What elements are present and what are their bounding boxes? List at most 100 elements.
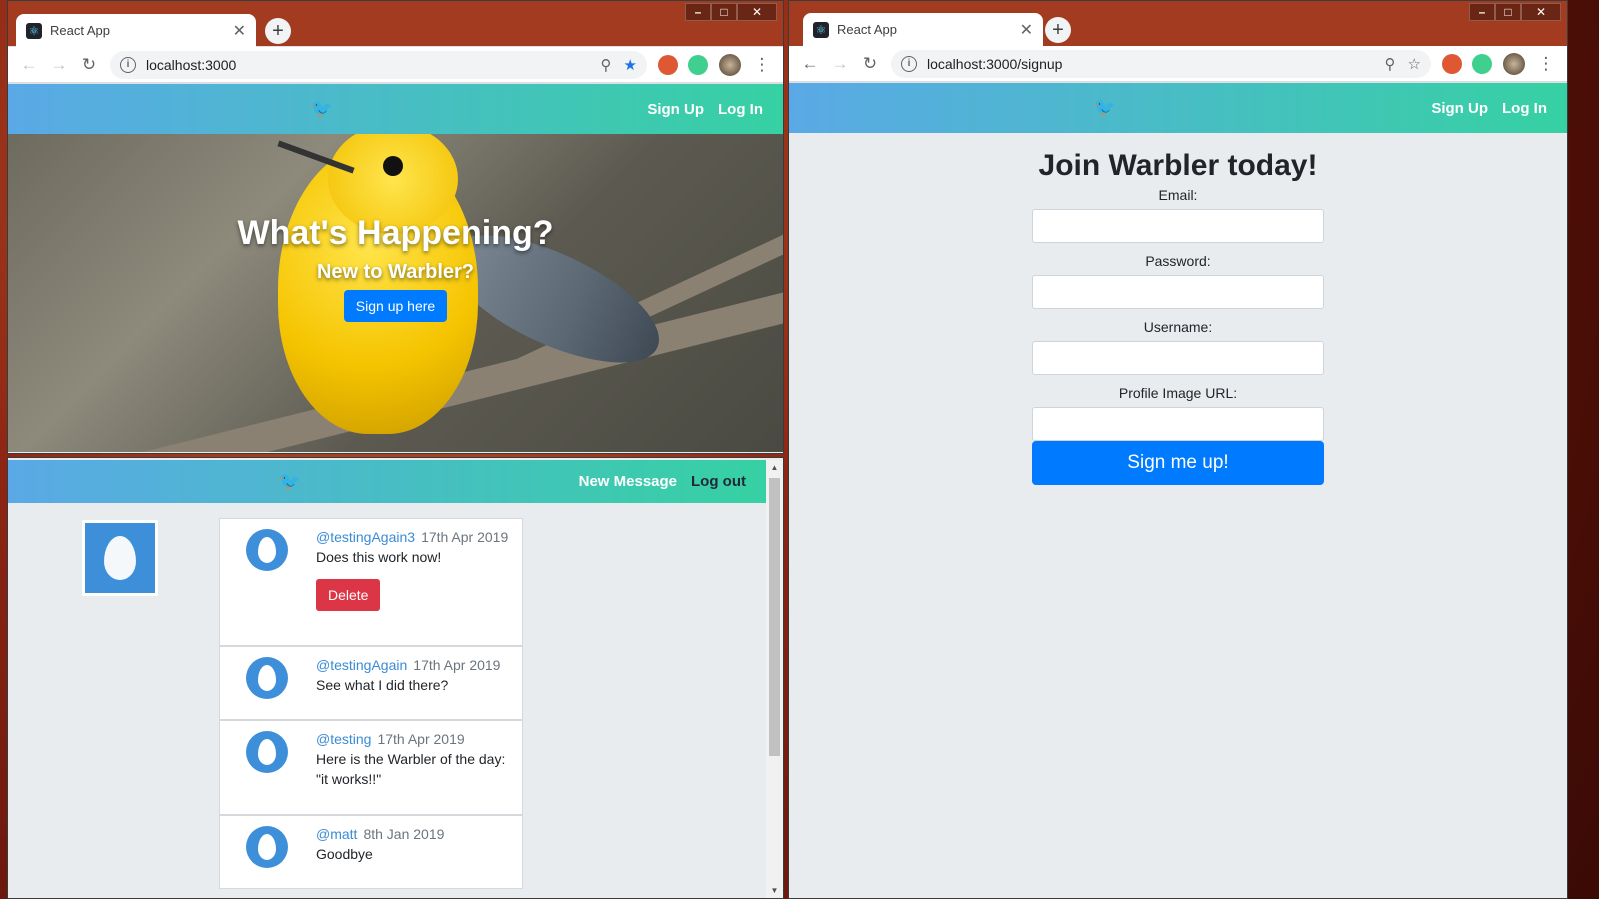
forward-icon[interactable]: → <box>44 55 74 75</box>
nav-login-link[interactable]: Log In <box>718 101 763 118</box>
menu-dots-icon[interactable]: ⋮ <box>747 55 777 75</box>
warbler-logo-icon[interactable]: 🐦 <box>279 471 301 492</box>
browser-toolbar: ← → ↻ i localhost:3000/signup ⚲ ☆ ⋮ <box>789 46 1567 82</box>
minimize-button[interactable]: – <box>685 3 711 21</box>
bookmark-star-icon[interactable]: ★ <box>624 56 637 74</box>
message-avatar <box>246 657 288 699</box>
tab-close-icon[interactable]: ✕ <box>1020 20 1033 40</box>
profile-avatar-icon[interactable] <box>719 53 741 76</box>
warbler-navbar-auth: 🐦 New Message Log out <box>8 460 766 503</box>
page-viewport: 🐦 Sign Up Log In Join Warbler today! Ema… <box>789 83 1567 898</box>
window-controls: – □ ✕ <box>1469 3 1561 21</box>
address-bar[interactable]: i localhost:3000/signup ⚲ ☆ <box>891 49 1431 78</box>
vertical-scrollbar[interactable]: ▲ ▼ <box>766 460 783 898</box>
react-favicon-icon: ⚛ <box>26 22 42 39</box>
nav-login-link[interactable]: Log In <box>1502 100 1547 117</box>
reload-icon[interactable]: ↻ <box>74 55 104 75</box>
site-info-icon[interactable]: i <box>901 55 917 72</box>
message-avatar <box>246 826 288 868</box>
new-tab-button[interactable]: + <box>265 18 291 44</box>
browser-window-signup: – □ ✕ ⚛ React App ✕ + ← → ↻ i localhost:… <box>788 0 1568 899</box>
message-date: 17th Apr 2019 <box>421 529 509 545</box>
extension-icon[interactable] <box>688 54 708 75</box>
nav-logout-link[interactable]: Log out <box>691 473 746 490</box>
profile-avatar-icon[interactable] <box>1503 52 1525 75</box>
hero-section: What's Happening? New to Warbler? Sign u… <box>8 134 783 452</box>
message-username-link[interactable]: @testing <box>316 731 371 747</box>
message-username-link[interactable]: @testingAgain <box>316 657 407 673</box>
browser-window-landing: – □ ✕ ⚛ React App ✕ + ← → ↻ i localhost:… <box>7 0 784 454</box>
message-username-link[interactable]: @testingAgain3 <box>316 529 415 545</box>
back-icon[interactable]: ← <box>795 54 825 74</box>
tab-title: React App <box>837 22 897 37</box>
message-text: Goodbye <box>316 846 373 862</box>
site-info-icon[interactable]: i <box>120 56 136 73</box>
delete-button[interactable]: Delete <box>316 579 381 611</box>
scroll-up-icon[interactable]: ▲ <box>766 460 783 475</box>
window-controls: – □ ✕ <box>685 3 777 21</box>
new-tab-button[interactable]: + <box>1045 17 1071 43</box>
password-label: Password: <box>1145 253 1211 269</box>
signup-submit-button[interactable]: Sign me up! <box>1032 441 1324 485</box>
browser-window-timeline: 🐦 New Message Log out @testingAgain3 17th… <box>7 457 784 899</box>
message-date: 17th Apr 2019 <box>377 731 465 747</box>
hero-text: What's Happening? New to Warbler? Sign u… <box>8 214 783 322</box>
reload-icon[interactable]: ↻ <box>855 54 885 74</box>
list-item: @testing 17th Apr 2019 Here is the Warble… <box>219 720 523 815</box>
page-viewport: 🐦 Sign Up Log In What's Happening? New t… <box>8 84 783 453</box>
close-window-button[interactable]: ✕ <box>1521 3 1561 21</box>
extension-icon[interactable] <box>1472 53 1492 74</box>
bird-eye-image <box>383 156 403 176</box>
list-item: @testingAgain3 17th Apr 2019 Does this wo… <box>219 518 523 646</box>
hero-signup-button[interactable]: Sign up here <box>343 290 448 322</box>
list-item: @matt 8th Jan 2019 Goodbye <box>219 815 523 889</box>
scrollbar-thumb[interactable] <box>769 478 780 756</box>
message-avatar <box>246 529 288 571</box>
address-bar[interactable]: i localhost:3000 ⚲ ★ <box>110 50 647 79</box>
message-list: @testingAgain3 17th Apr 2019 Does this wo… <box>219 518 523 889</box>
message-date: 8th Jan 2019 <box>363 826 445 842</box>
warbler-navbar: 🐦 Sign Up Log In <box>8 84 783 134</box>
browser-tab[interactable]: ⚛ React App ✕ <box>16 14 256 47</box>
message-text: Does this work now! <box>316 549 442 565</box>
warbler-logo-icon[interactable]: 🐦 <box>1094 98 1116 119</box>
maximize-button[interactable]: □ <box>1495 3 1521 21</box>
back-icon[interactable]: ← <box>14 55 44 75</box>
browser-tab[interactable]: ⚛ React App ✕ <box>803 13 1043 46</box>
warbler-navbar: 🐦 Sign Up Log In <box>789 83 1567 133</box>
username-field[interactable] <box>1032 341 1324 375</box>
nav-new-message-link[interactable]: New Message <box>579 473 677 490</box>
timeline-viewport: 🐦 New Message Log out @testingAgain3 17th… <box>8 460 766 898</box>
react-favicon-icon: ⚛ <box>813 21 829 38</box>
password-field[interactable] <box>1032 275 1324 309</box>
forward-icon[interactable]: → <box>825 54 855 74</box>
duckduckgo-extension-icon[interactable] <box>658 54 678 75</box>
browser-toolbar: ← → ↻ i localhost:3000 ⚲ ★ ⋮ <box>8 47 783 83</box>
nav-signup-link[interactable]: Sign Up <box>1431 100 1488 117</box>
profile-image-url-field[interactable] <box>1032 407 1324 441</box>
duckduckgo-extension-icon[interactable] <box>1442 53 1462 74</box>
message-text: See what I did there? <box>316 677 449 693</box>
profile-image-url-label: Profile Image URL: <box>1118 385 1238 401</box>
warbler-logo-icon[interactable]: 🐦 <box>311 99 333 120</box>
signup-form: Join Warbler today! Email: Password: Use… <box>789 149 1567 485</box>
nav-signup-link[interactable]: Sign Up <box>647 101 704 118</box>
maximize-button[interactable]: □ <box>711 3 737 21</box>
profile-image <box>82 520 158 596</box>
message-username-link[interactable]: @matt <box>316 826 357 842</box>
zoom-icon[interactable]: ⚲ <box>601 56 612 74</box>
hero-title: What's Happening? <box>237 214 554 252</box>
tab-title: React App <box>50 23 110 38</box>
close-window-button[interactable]: ✕ <box>737 3 777 21</box>
bookmark-star-icon[interactable]: ☆ <box>1408 55 1421 73</box>
email-label: Email: <box>1158 187 1198 203</box>
menu-dots-icon[interactable]: ⋮ <box>1531 54 1561 74</box>
hero-subtitle: New to Warbler? <box>316 261 475 283</box>
url-text: localhost:3000 <box>146 56 237 73</box>
tab-close-icon[interactable]: ✕ <box>233 21 246 41</box>
username-label: Username: <box>1143 319 1213 335</box>
minimize-button[interactable]: – <box>1469 3 1495 21</box>
email-field[interactable] <box>1032 209 1324 243</box>
scroll-down-icon[interactable]: ▼ <box>766 883 783 898</box>
zoom-icon[interactable]: ⚲ <box>1385 55 1396 73</box>
